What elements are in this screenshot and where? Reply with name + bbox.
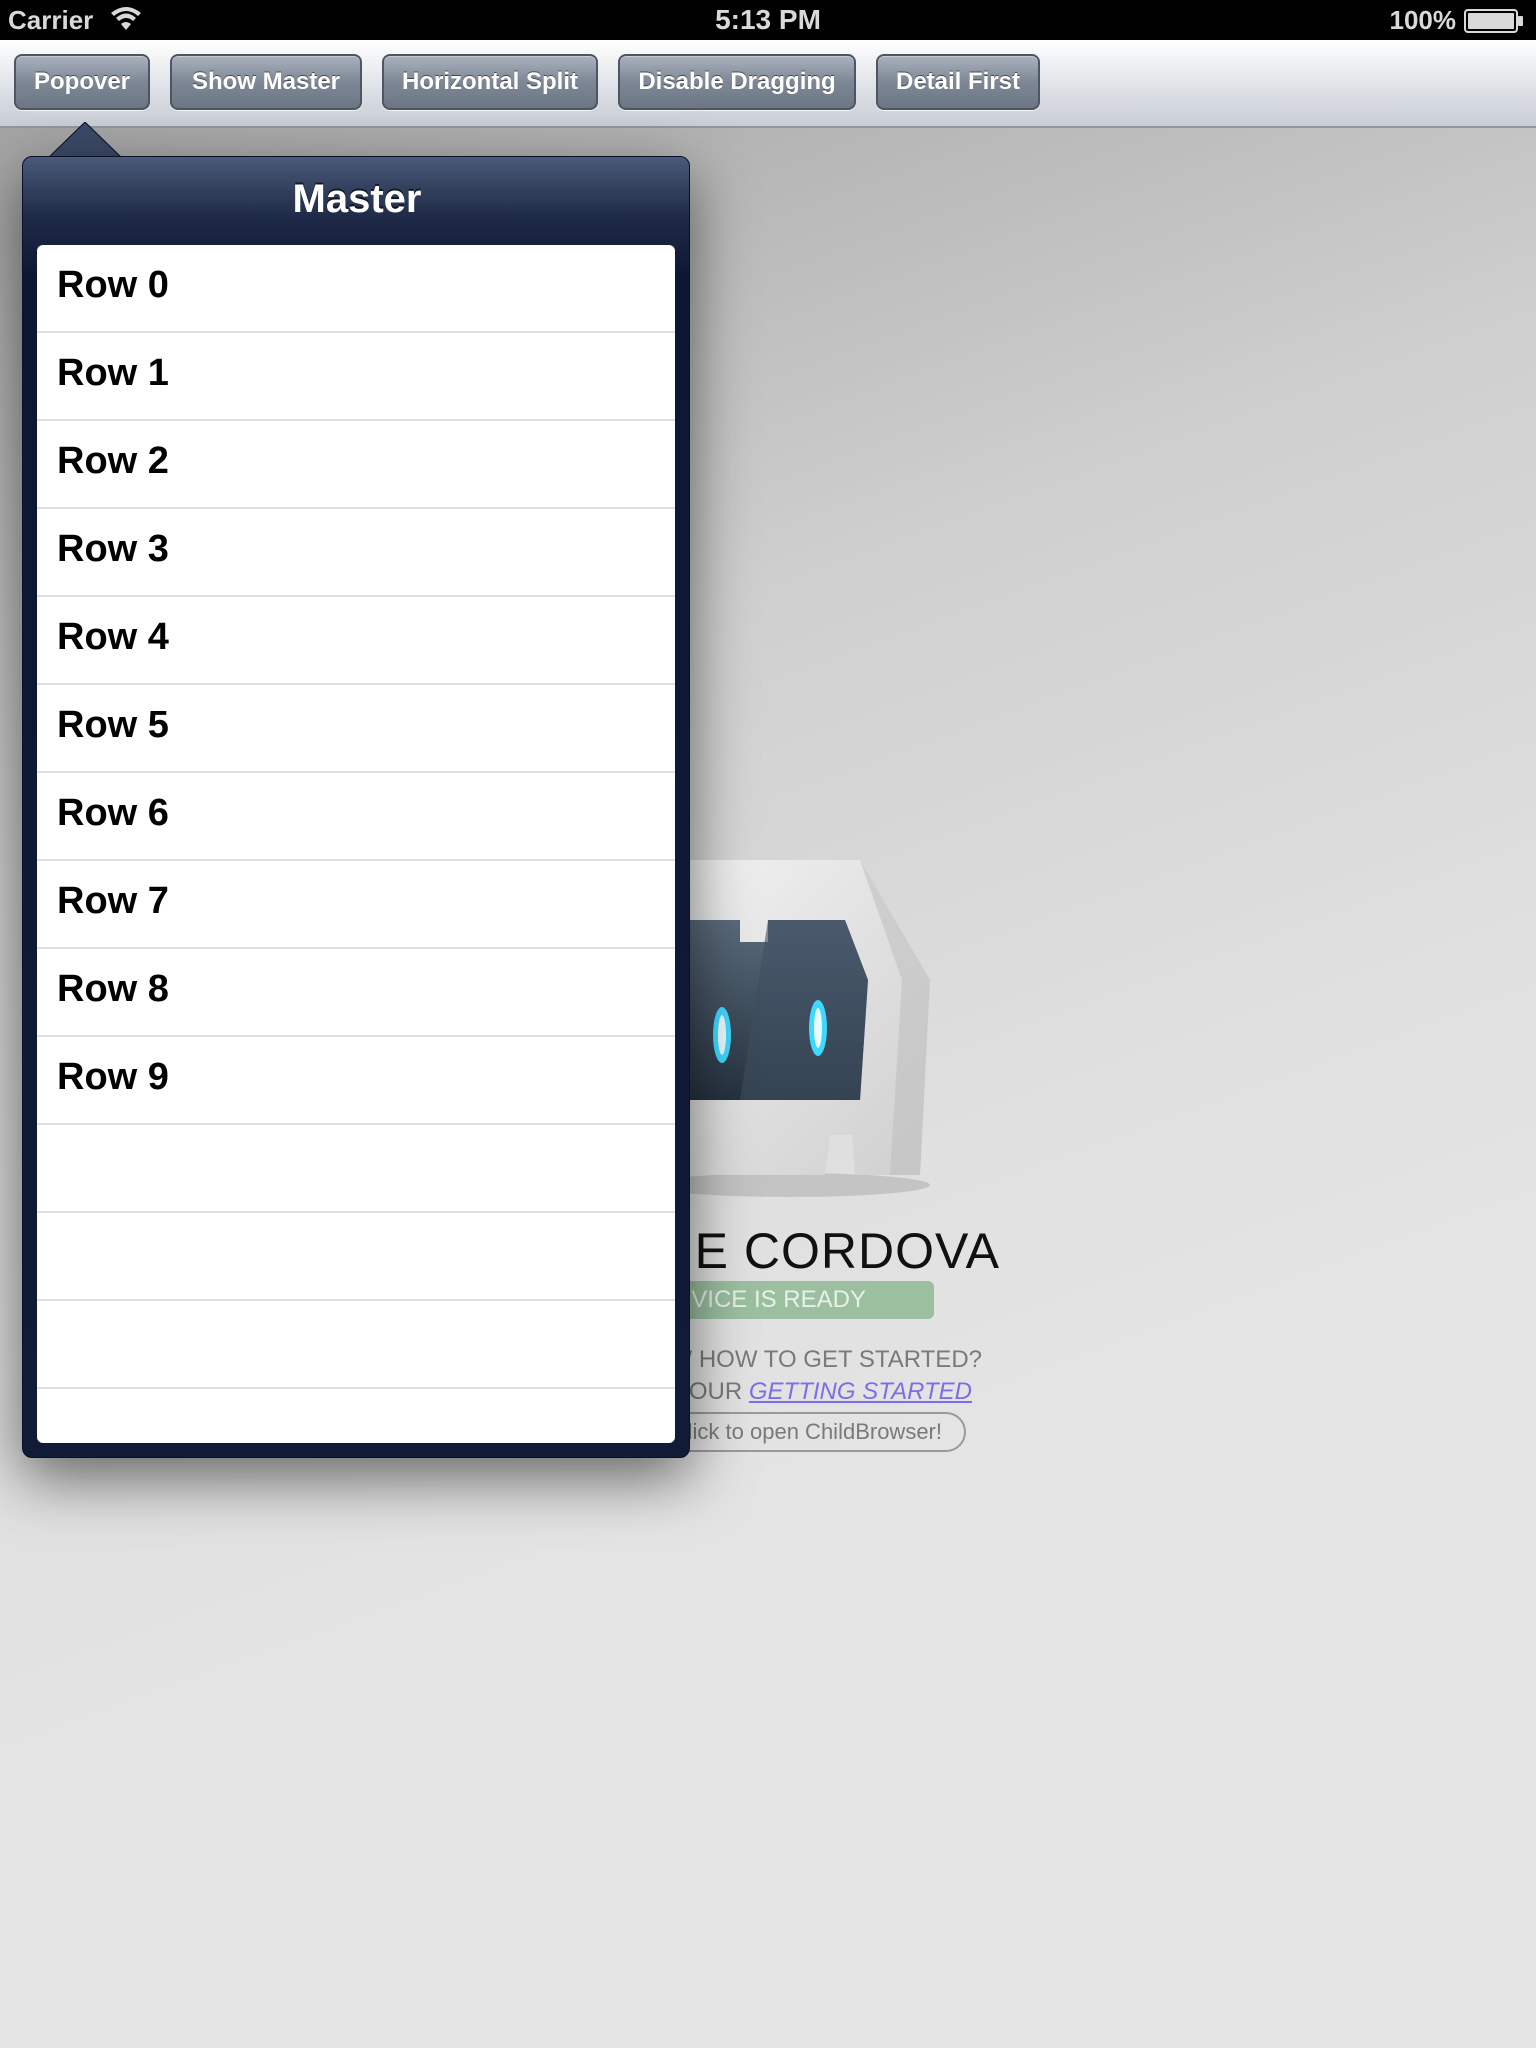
status-bar: Carrier 5:13 PM 100% <box>0 0 1536 40</box>
detail-first-button[interactable]: Detail First <box>876 54 1040 110</box>
show-master-button[interactable]: Show Master <box>170 54 362 110</box>
popover-title: Master <box>292 177 422 221</box>
table-row[interactable]: Row 5 <box>37 685 675 773</box>
row-label: Row 4 <box>57 616 169 658</box>
horizontal-split-button[interactable]: Horizontal Split <box>382 54 598 110</box>
row-label: Row 0 <box>57 264 169 306</box>
battery-icon <box>1464 9 1524 38</box>
master-table[interactable]: Row 0 Row 1 Row 2 Row 3 Row 4 Row 5 Row … <box>37 245 675 1443</box>
row-label: Row 2 <box>57 440 169 482</box>
getting-started-link[interactable]: GETTING STARTED <box>749 1378 972 1405</box>
row-label: Row 1 <box>57 352 169 394</box>
row-label: Row 9 <box>57 1056 169 1098</box>
table-row[interactable]: Row 4 <box>37 597 675 685</box>
row-label: Row 7 <box>57 880 169 922</box>
help-text: W HOW TO GET STARTED? <box>669 1346 982 1373</box>
table-row[interactable]: Row 8 <box>37 949 675 1037</box>
row-label: Row 3 <box>57 528 169 570</box>
popover-button[interactable]: Popover <box>14 54 150 110</box>
empty-table-row <box>37 1213 675 1301</box>
table-row[interactable]: Row 9 <box>37 1037 675 1125</box>
row-label: Row 6 <box>57 792 169 834</box>
table-row[interactable]: Row 2 <box>37 421 675 509</box>
clock: 5:13 PM <box>715 4 821 35</box>
toolbar: Popover Show Master Horizontal Split Dis… <box>0 40 1536 128</box>
table-row[interactable]: Row 6 <box>37 773 675 861</box>
table-row[interactable]: Row 0 <box>37 245 675 333</box>
empty-table-row <box>37 1125 675 1213</box>
master-popover: Master Row 0 Row 1 Row 2 Row 3 Row 4 Row… <box>22 156 690 1458</box>
battery-percent: 100% <box>1389 5 1457 35</box>
table-row[interactable]: Row 1 <box>37 333 675 421</box>
empty-table-row <box>37 1389 675 1443</box>
disable-dragging-button[interactable]: Disable Dragging <box>618 54 856 110</box>
row-label: Row 8 <box>57 968 169 1010</box>
empty-table-row <box>37 1301 675 1389</box>
row-label: Row 5 <box>57 704 169 746</box>
table-row[interactable]: Row 3 <box>37 509 675 597</box>
table-row[interactable]: Row 7 <box>37 861 675 949</box>
